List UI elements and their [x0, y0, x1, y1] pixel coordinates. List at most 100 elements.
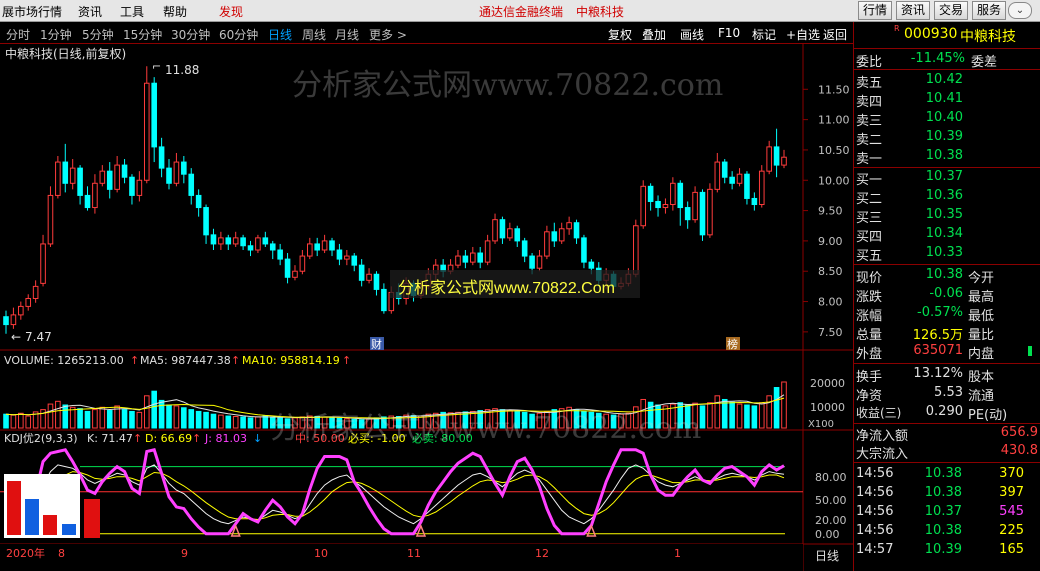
ask-price[interactable]: 10.42: [906, 72, 963, 87]
candle[interactable]: [262, 237, 269, 245]
bang-marker[interactable]: 榜: [727, 337, 738, 351]
candle[interactable]: [647, 185, 654, 202]
candle[interactable]: [18, 305, 24, 316]
candle[interactable]: [514, 228, 521, 242]
candle[interactable]: [62, 161, 69, 184]
candle[interactable]: [240, 237, 246, 247]
candle[interactable]: [499, 219, 506, 239]
candle[interactable]: [766, 146, 772, 172]
bid-price[interactable]: 10.33: [906, 245, 963, 260]
candle[interactable]: [655, 200, 661, 209]
bid-price[interactable]: 10.37: [906, 169, 963, 184]
candle[interactable]: [633, 225, 639, 275]
candle[interactable]: [381, 288, 387, 312]
candle[interactable]: [55, 161, 61, 196]
candle[interactable]: [692, 191, 698, 221]
candle[interactable]: [269, 243, 276, 251]
candle[interactable]: [781, 156, 787, 166]
ask-price[interactable]: 10.40: [906, 110, 963, 125]
overlay-button[interactable]: 叠加: [642, 26, 666, 43]
candle[interactable]: [255, 237, 261, 251]
service-button[interactable]: 服务: [972, 1, 1006, 20]
ask-price[interactable]: 10.41: [906, 91, 963, 106]
candle[interactable]: [581, 237, 587, 263]
candle[interactable]: [351, 255, 358, 266]
candle[interactable]: [736, 173, 743, 184]
candle[interactable]: [47, 194, 54, 245]
cai-marker[interactable]: 财: [371, 337, 382, 351]
candle[interactable]: [3, 316, 9, 326]
candle[interactable]: [247, 245, 254, 251]
candle[interactable]: [662, 204, 669, 209]
candle[interactable]: [573, 222, 580, 239]
candle[interactable]: [714, 161, 721, 190]
candle[interactable]: [292, 270, 298, 278]
candle[interactable]: [277, 249, 283, 260]
bid-price[interactable]: 10.35: [906, 207, 963, 222]
candle[interactable]: [707, 188, 713, 236]
period-60min[interactable]: 60分钟: [219, 26, 258, 43]
candle[interactable]: [166, 167, 172, 184]
candle[interactable]: [40, 243, 46, 284]
candle[interactable]: [751, 197, 758, 206]
back-button[interactable]: 返回: [823, 26, 847, 43]
candle[interactable]: [77, 167, 83, 196]
add-watchlist-button[interactable]: +自选: [786, 26, 820, 43]
candle[interactable]: [92, 182, 98, 209]
candle[interactable]: [492, 219, 498, 242]
menu-tools[interactable]: 工具: [120, 3, 144, 20]
candle[interactable]: [188, 173, 195, 196]
kline-chart-area[interactable]: 中粮科技(日线,前复权) 11.88 ⌐ 7.47 ← 财 榜 11.5011.…: [0, 44, 853, 571]
info-button[interactable]: 资讯: [896, 1, 930, 20]
candle[interactable]: [25, 298, 32, 307]
candle[interactable]: [284, 258, 291, 278]
candle[interactable]: [366, 273, 372, 281]
candle[interactable]: [210, 234, 217, 245]
candle[interactable]: [773, 146, 780, 166]
bid-price[interactable]: 10.34: [906, 226, 963, 241]
candle[interactable]: [470, 252, 476, 263]
period-fenshi[interactable]: 分时: [6, 26, 30, 43]
candle[interactable]: [225, 237, 232, 245]
candle[interactable]: [640, 185, 647, 227]
period-month[interactable]: 月线: [335, 26, 359, 43]
candle[interactable]: [536, 255, 543, 269]
candle[interactable]: [32, 285, 39, 300]
candle[interactable]: [588, 261, 595, 269]
bid-price[interactable]: 10.36: [906, 188, 963, 203]
chevron-down-icon[interactable]: ⌄: [1008, 2, 1032, 19]
menu-news[interactable]: 资讯: [78, 3, 102, 20]
candle[interactable]: [106, 170, 113, 190]
candle[interactable]: [744, 173, 750, 199]
candle[interactable]: [173, 161, 180, 184]
f10-button[interactable]: F10: [718, 26, 740, 40]
candle[interactable]: [336, 249, 343, 260]
candle[interactable]: [10, 314, 17, 326]
candle[interactable]: [699, 191, 706, 236]
candle[interactable]: [566, 222, 572, 230]
candle[interactable]: [558, 228, 565, 242]
candle[interactable]: [84, 194, 91, 209]
period-1min[interactable]: 1分钟: [40, 26, 72, 43]
candle[interactable]: [758, 170, 765, 206]
candle[interactable]: [462, 255, 469, 263]
candle[interactable]: [143, 82, 150, 181]
period-week[interactable]: 周线: [302, 26, 326, 43]
candle[interactable]: [529, 255, 535, 269]
candle[interactable]: [232, 237, 239, 245]
candle[interactable]: [181, 161, 187, 175]
candle[interactable]: [129, 176, 135, 196]
candle[interactable]: [321, 240, 328, 251]
candle[interactable]: [99, 170, 106, 184]
candle[interactable]: [670, 182, 676, 206]
fuquan-button[interactable]: 复权: [608, 26, 632, 43]
candle[interactable]: [684, 207, 691, 221]
candle[interactable]: [151, 82, 157, 148]
period-15min[interactable]: 15分钟: [123, 26, 162, 43]
candle[interactable]: [306, 243, 313, 257]
candle[interactable]: [329, 240, 335, 251]
candle[interactable]: [158, 146, 165, 169]
candle[interactable]: [344, 255, 350, 260]
candle[interactable]: [136, 179, 143, 196]
candle[interactable]: [721, 161, 728, 178]
